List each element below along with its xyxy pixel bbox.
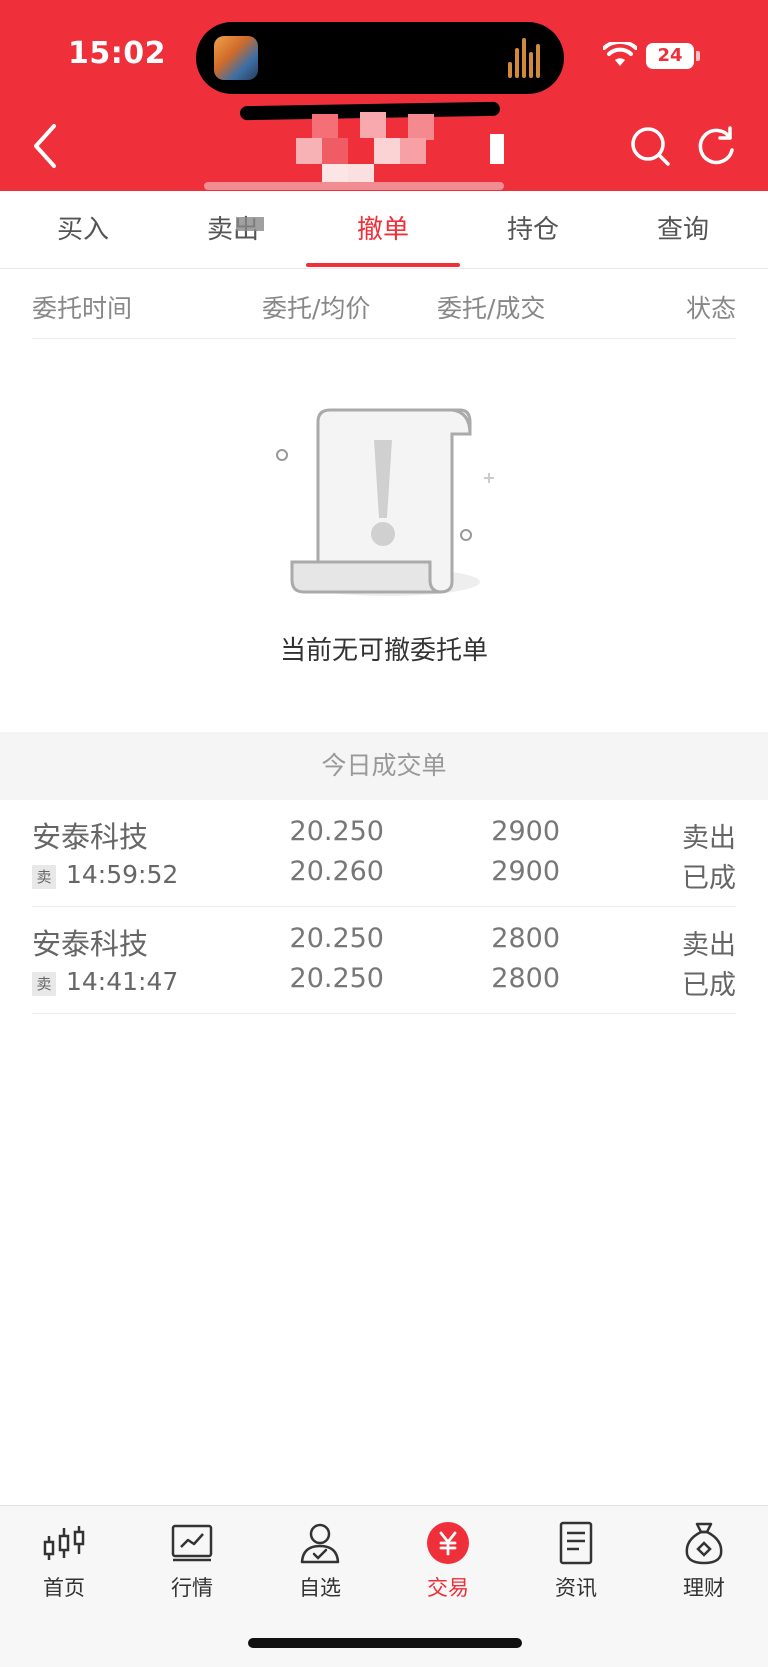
trade-status: 已成	[682, 970, 736, 1001]
tab-sell[interactable]: 卖出	[158, 191, 308, 269]
order-quantity: 2900	[491, 816, 560, 847]
order-column-headers: 委托时间 委托/均价 委托/成交 状态	[32, 269, 736, 339]
tab-buy[interactable]: 买入	[8, 191, 158, 269]
col-quantity: 委托/成交	[437, 294, 546, 323]
order-price: 20.250	[289, 816, 384, 847]
col-status: 状态	[685, 294, 736, 323]
nav-label: 行情	[171, 1576, 213, 1600]
col-price: 委托/均价	[262, 294, 371, 323]
nav-trade[interactable]: 交易	[384, 1520, 512, 1620]
side-badge: 卖	[32, 865, 56, 889]
redaction-underline	[204, 182, 504, 190]
trade-status: 已成	[682, 863, 736, 894]
trade-action: 卖出	[682, 823, 736, 854]
tab-label-redaction	[236, 217, 264, 231]
side-badge: 卖	[32, 972, 56, 996]
battery-indicator: 24	[646, 43, 694, 69]
nav-market[interactable]: 行情	[128, 1520, 256, 1620]
nav-home[interactable]: 首页	[0, 1520, 128, 1620]
battery-tip	[696, 51, 700, 61]
filled-quantity: 2900	[491, 856, 560, 887]
yuan-coin-icon	[427, 1522, 469, 1564]
order-price: 20.250	[289, 923, 384, 954]
nav-watchlist[interactable]: 自选	[256, 1520, 384, 1620]
tab-holdings[interactable]: 持仓	[458, 191, 608, 269]
market-chart-icon	[171, 1524, 213, 1562]
stock-name: 安泰科技	[32, 927, 149, 961]
refresh-icon[interactable]	[694, 124, 738, 168]
money-bag-icon	[685, 1522, 723, 1565]
stock-name: 安泰科技	[32, 820, 149, 854]
trade-tabs: 买入 卖出 撤单 持仓 查询	[0, 191, 768, 269]
active-tab-indicator	[306, 263, 460, 267]
trade-row[interactable]: 安泰科技 卖 14:41:47 20.250 20.250 2800 2800 …	[32, 907, 736, 1014]
order-quantity: 2800	[491, 923, 560, 954]
nav-wealth[interactable]: 理财	[640, 1520, 768, 1620]
audio-wave-icon	[508, 38, 544, 78]
nav-news[interactable]: 资讯	[512, 1520, 640, 1620]
home-indicator[interactable]	[248, 1638, 522, 1648]
empty-document-icon	[276, 408, 494, 596]
average-price: 20.250	[289, 963, 384, 994]
nav-label: 交易	[427, 1576, 469, 1600]
search-icon[interactable]	[628, 124, 672, 168]
today-trades-section-header: 今日成交单	[0, 732, 768, 800]
account-title-redacted	[240, 108, 520, 190]
header-bar: 15:02 24	[0, 0, 768, 191]
back-arrow-icon[interactable]	[30, 122, 62, 170]
news-document-icon	[559, 1521, 593, 1565]
average-price: 20.260	[289, 856, 384, 887]
col-order-time: 委托时间	[32, 294, 133, 323]
tab-cancel-order[interactable]: 撤单	[308, 191, 458, 269]
dynamic-island[interactable]	[196, 22, 564, 94]
tab-query[interactable]: 查询	[608, 191, 758, 269]
trade-row[interactable]: 安泰科技 卖 14:59:52 20.250 20.260 2900 2900 …	[32, 800, 736, 907]
filled-quantity: 2800	[491, 963, 560, 994]
empty-state-message: 当前无可撤委托单	[279, 636, 488, 666]
user-check-icon	[300, 1523, 340, 1564]
candlestick-icon	[43, 1526, 85, 1560]
status-time: 15:02	[68, 36, 166, 71]
nav-label: 首页	[43, 1576, 85, 1600]
now-playing-artwork	[214, 36, 258, 80]
trade-time: 14:59:52	[66, 860, 179, 889]
wifi-icon	[603, 42, 637, 66]
nav-label: 资讯	[555, 1576, 597, 1600]
trade-action: 卖出	[682, 930, 736, 961]
nav-label: 自选	[299, 1576, 341, 1600]
nav-label: 理财	[683, 1576, 725, 1600]
trade-time: 14:41:47	[66, 967, 179, 996]
